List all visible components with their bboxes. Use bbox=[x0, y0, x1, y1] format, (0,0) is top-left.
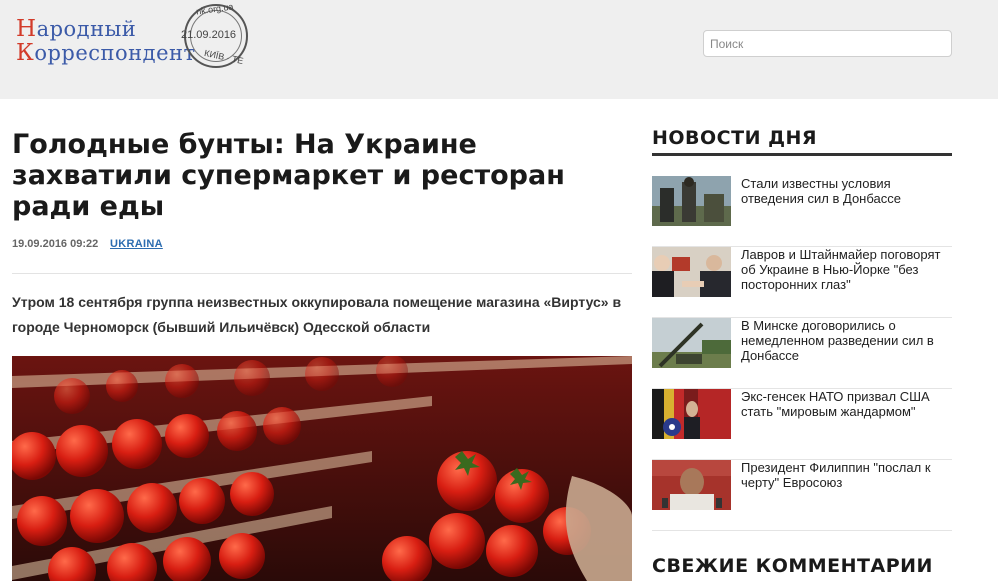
nato-photo[interactable] bbox=[652, 389, 731, 439]
diplomats-photo[interactable] bbox=[652, 247, 731, 297]
article-tag-link[interactable]: UKRAINA bbox=[110, 238, 163, 250]
stamp-date: 21.09.2016 bbox=[181, 29, 237, 41]
article-title: Голодные бунты: На Украине захватили суп… bbox=[12, 129, 565, 222]
news-item-link[interactable]: Лавров и Штайнмайер поговорят об Украине… bbox=[741, 247, 947, 292]
logo-line2: Корреспондент bbox=[16, 40, 196, 66]
site-logo[interactable]: Народный Корреспондент nk.org.ua 21.09.2… bbox=[16, 1, 256, 78]
sidebar-rule bbox=[652, 153, 952, 156]
article-lead: Утром 18 сентября группа неизвестных окк… bbox=[12, 294, 622, 335]
divider bbox=[12, 273, 632, 274]
news-item-link[interactable]: Президент Филиппин "послал к черту" Евро… bbox=[741, 460, 947, 490]
president-photo[interactable] bbox=[652, 460, 731, 510]
tomatoes-photo bbox=[12, 356, 632, 581]
article-datetime: 19.09.2016 09:22 bbox=[12, 238, 99, 250]
artillery-photo[interactable] bbox=[652, 318, 731, 368]
news-item-link[interactable]: Стали известны условия отведения сил в Д… bbox=[741, 176, 947, 206]
search-input[interactable] bbox=[703, 30, 952, 57]
soldiers-photo[interactable] bbox=[652, 176, 731, 226]
site-header: Народный Корреспондент nk.org.ua 21.09.2… bbox=[0, 0, 998, 99]
news-item-link[interactable]: В Минске договорились о немедленном разв… bbox=[741, 318, 947, 363]
news-item[interactable]: Стали известны условия отведения сил в Д… bbox=[652, 176, 952, 247]
news-item[interactable]: Лавров и Штайнмайер поговорят об Украине… bbox=[652, 247, 952, 318]
logo-line1: Народный bbox=[16, 16, 137, 42]
news-item[interactable]: Президент Филиппин "послал к черту" Евро… bbox=[652, 460, 952, 531]
news-item[interactable]: Экс-генсек НАТО призвал США стать "миров… bbox=[652, 389, 952, 460]
fresh-comments-heading: СВЕЖИЕ КОММЕНТАРИИ bbox=[652, 555, 933, 577]
news-of-day-heading: НОВОСТИ ДНЯ bbox=[652, 127, 818, 149]
news-item-link[interactable]: Экс-генсек НАТО призвал США стать "миров… bbox=[741, 389, 947, 419]
news-item[interactable]: В Минске договорились о немедленном разв… bbox=[652, 318, 952, 389]
